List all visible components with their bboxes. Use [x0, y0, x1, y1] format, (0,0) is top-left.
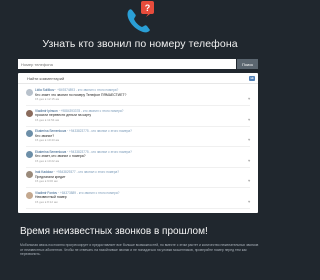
section-text: Мобильная связь постоянно прогрессирует … — [20, 243, 259, 257]
svg-text:?: ? — [145, 3, 151, 13]
phone-question-logo-icon: ? — [119, 0, 161, 36]
avatar[interactable] — [26, 150, 33, 158]
comment-item: Irak Kaddour · +9543829377 - кто звонил … — [18, 169, 258, 189]
comment-text: Предлагали кредит — [35, 174, 66, 179]
avatar[interactable] — [26, 130, 33, 137]
heart-icon[interactable]: ♥ — [248, 158, 250, 163]
comment-text: Кто знает что звонил по номеру Телефон П… — [35, 92, 127, 97]
comment-date[interactable]: 15 дек в 10:22 ам — [35, 159, 59, 163]
comment-meta: Vladimir Ipinson · +9884393378 - кто зво… — [35, 108, 124, 113]
comment-text: просили перевести деньги на карту — [35, 113, 92, 117]
comment-item: Lidia Solilikov · +849374893 - кто звони… — [18, 87, 258, 107]
comment-author[interactable]: Ekaterina Semenkova — [35, 150, 66, 154]
comment-meta: Irak Kaddour · +9543829377 - кто звонил … — [35, 170, 120, 174]
comment-author[interactable]: Ekaterina Semenkova — [35, 129, 66, 133]
comment-phone-link[interactable]: +9884393378 - кто звонил с этого номера? — [61, 109, 124, 113]
comment-author[interactable]: Irak Kaddour — [35, 170, 53, 174]
comment-phone-link[interactable]: +9433823775 - кто звонил с этого номера? — [69, 150, 132, 154]
divider — [26, 166, 250, 168]
heart-icon[interactable]: ♥ — [248, 117, 250, 122]
divider — [26, 146, 250, 147]
avatar[interactable] — [26, 109, 33, 117]
comment-phone-link[interactable]: +9543829377 - кто звонил с этого номера? — [56, 170, 119, 174]
divider — [26, 187, 250, 188]
comment-meta: Lidia Solilikov · +849374893 - кто звони… — [35, 88, 119, 92]
comment-text: Неизвестный номер — [35, 195, 67, 199]
comment-item: Vladimir Ipinson · +9884393378 - кто зво… — [18, 108, 258, 128]
comment-text: Кто знает, кто звонил с номера? — [35, 154, 86, 158]
page-title: Узнать кто звонил по номеру телефона — [42, 38, 238, 50]
comment-phone-link[interactable]: +9433823775 - кто звонил с этого номера? — [69, 129, 132, 133]
comment-meta: Ekaterina Semenkova · +9433823775 - кто … — [35, 149, 132, 154]
heart-icon[interactable]: ♥ — [248, 199, 250, 204]
comment-meta: Ekaterina Semenkova · +9433823775 - кто … — [35, 129, 132, 133]
find-comment-link[interactable]: Найти комментарий — [27, 76, 64, 81]
comment-item: Ekaterina Semenkova · +9433823775 - кто … — [18, 149, 258, 169]
comment-date[interactable]: 15 дек в 11:54 ам — [35, 118, 59, 122]
phone-search-input[interactable] — [18, 59, 236, 69]
comment-phone-link[interactable]: +849374893 - кто звонил с этого номера? — [57, 88, 118, 92]
divider — [26, 125, 250, 127]
comment-phone-link[interactable]: +84373889 - кто звонил с этого номера? — [60, 191, 119, 195]
comment-item: Ekaterina Semenkova · +9433823775 - кто … — [18, 128, 258, 148]
section-title: Время неизвестных звонков в прошлом! — [20, 226, 208, 237]
divider — [26, 105, 250, 106]
search-button[interactable]: Поиск — [237, 59, 258, 69]
comments-widget: Найти комментарий vk Lidia Solilikov · +… — [18, 73, 258, 213]
avatar[interactable] — [26, 89, 33, 96]
comment-date[interactable]: 15 дек в 8:12 ам — [35, 200, 58, 204]
comment-author[interactable]: Vladimir Ipinson — [35, 109, 58, 113]
comment-text: Кто звонил? — [35, 133, 55, 138]
avatar[interactable] — [26, 191, 33, 199]
avatar[interactable] — [26, 171, 33, 178]
comment-item: Vladimir Fontov · +84373889 - кто звонил… — [18, 190, 258, 210]
search-bar: Поиск — [18, 59, 258, 69]
comments-header: Найти комментарий vk — [18, 73, 258, 84]
heart-icon[interactable]: ♥ — [248, 178, 250, 183]
comment-meta: Vladimir Fontov · +84373889 - кто звонил… — [35, 190, 120, 195]
divider — [26, 207, 250, 209]
heart-icon[interactable]: ♥ — [248, 137, 250, 142]
comment-author[interactable]: Lidia Solilikov — [35, 88, 54, 92]
heart-icon[interactable]: ♥ — [248, 96, 250, 101]
comment-date[interactable]: 15 дек в 12:15 ам — [35, 97, 59, 101]
comment-author[interactable]: Vladimir Fontov — [35, 191, 57, 195]
vk-icon[interactable]: vk — [249, 76, 255, 81]
comment-date[interactable]: 15 дек в 9:00 ам — [35, 179, 58, 183]
comment-date[interactable]: 15 дек в 10:43 ам — [35, 138, 59, 142]
